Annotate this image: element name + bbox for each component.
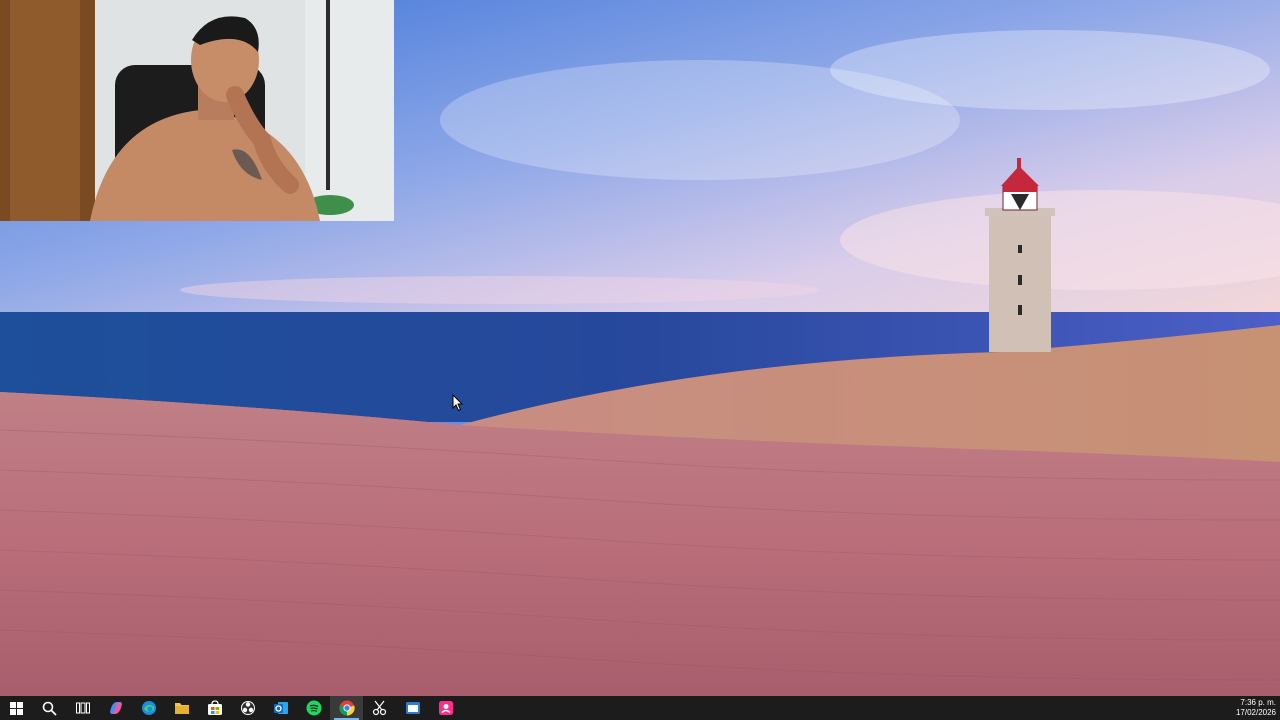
file-explorer-icon[interactable] <box>165 696 198 720</box>
microsoft-store-icon[interactable] <box>198 696 231 720</box>
clock-date: 17/02/2026 <box>1235 708 1276 717</box>
edge-icon[interactable] <box>132 696 165 720</box>
webcam-overlay <box>0 0 394 221</box>
outlook-icon[interactable] <box>264 696 297 720</box>
clock-time: 7:36 p. m. <box>1240 698 1276 707</box>
copilot-icon[interactable] <box>99 696 132 720</box>
task-view-icon[interactable] <box>66 696 99 720</box>
obs-icon[interactable] <box>231 696 264 720</box>
windows-start-icon[interactable] <box>0 696 33 720</box>
chrome-icon[interactable] <box>330 696 363 720</box>
spotify-icon[interactable] <box>297 696 330 720</box>
system-clock[interactable]: 7:36 p. m. 17/02/2026 <box>1216 696 1276 720</box>
mouse-cursor <box>452 394 464 412</box>
app-window-icon[interactable] <box>396 696 429 720</box>
desktop[interactable] <box>0 0 1280 696</box>
search-icon[interactable] <box>33 696 66 720</box>
pink-app-icon[interactable] <box>429 696 462 720</box>
snipping-tool-icon[interactable] <box>363 696 396 720</box>
taskbar: 7:36 p. m. 17/02/2026 <box>0 696 1280 720</box>
